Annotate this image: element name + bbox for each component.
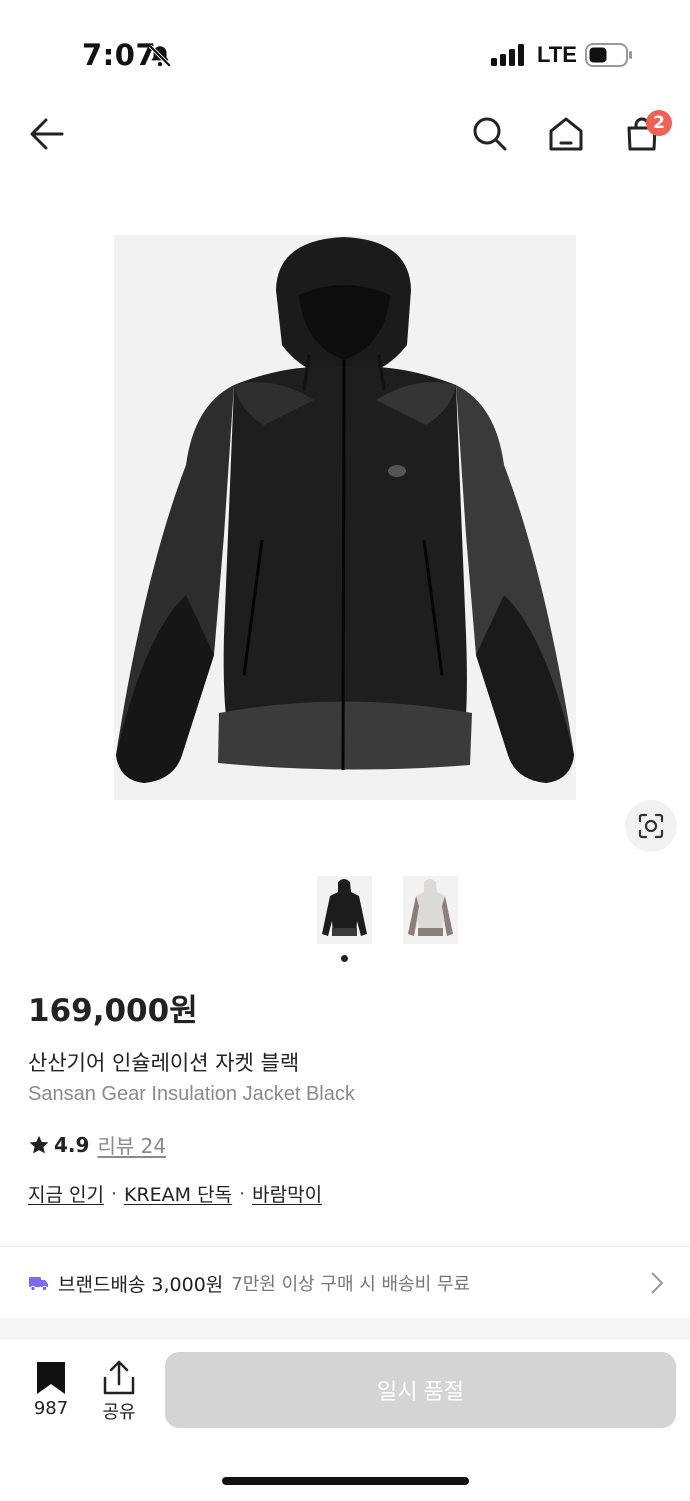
network-type: LTE bbox=[537, 42, 577, 67]
tags-row: 지금 인기 · KREAM 단독 · 바람막이 bbox=[28, 1180, 322, 1207]
cart-count-badge: 2 bbox=[646, 110, 672, 136]
share-label: 공유 bbox=[102, 1402, 136, 1423]
back-arrow-icon bbox=[30, 118, 64, 150]
signal-icon bbox=[491, 44, 525, 70]
shipping-info-row[interactable]: 브랜드배송 3,000원 7만원 이상 구매 시 배송비 무료 bbox=[0, 1250, 690, 1316]
product-price: 169,000원 bbox=[28, 993, 198, 1029]
thumbnail-black[interactable] bbox=[317, 876, 372, 944]
tag-separator: · bbox=[110, 1182, 118, 1205]
tag-popular[interactable]: 지금 인기 bbox=[28, 1180, 104, 1207]
jacket-illustration bbox=[116, 237, 574, 783]
sold-out-button[interactable]: 일시 품절 bbox=[165, 1352, 676, 1428]
search-icon bbox=[473, 117, 507, 151]
shipping-label: 브랜드배송 bbox=[58, 1273, 146, 1296]
tag-separator: · bbox=[239, 1182, 246, 1205]
home-indicator bbox=[222, 1477, 469, 1485]
product-main-image[interactable] bbox=[114, 235, 576, 800]
rating-row: 4.9 리뷰 24 bbox=[28, 1130, 166, 1159]
battery-icon bbox=[585, 43, 633, 71]
visual-search-button[interactable] bbox=[625, 800, 677, 852]
section-spacer bbox=[0, 1318, 690, 1338]
star-icon bbox=[29, 1135, 49, 1153]
bookmark-icon bbox=[37, 1362, 65, 1394]
divider bbox=[0, 1246, 690, 1247]
share-button[interactable]: 공유 bbox=[89, 1360, 149, 1424]
review-link[interactable]: 리뷰 24 bbox=[97, 1130, 166, 1159]
thumbnail-ivory[interactable] bbox=[403, 876, 458, 944]
gallery-indicator-dot bbox=[341, 955, 348, 962]
tag-windbreaker[interactable]: 바람막이 bbox=[252, 1180, 322, 1207]
shipping-price: 3,000원 bbox=[151, 1273, 224, 1296]
product-name-english: Sansan Gear Insulation Jacket Black bbox=[28, 1083, 355, 1105]
share-icon bbox=[103, 1360, 135, 1395]
status-time: 7:07 bbox=[82, 38, 157, 72]
bookmark-button[interactable]: 987 bbox=[21, 1360, 81, 1419]
home-icon bbox=[549, 117, 583, 151]
shipping-note: 7만원 이상 구매 시 배송비 무료 bbox=[231, 1274, 471, 1295]
search-button[interactable] bbox=[462, 106, 518, 162]
product-name-korean: 산산기어 인슐레이션 자켓 블랙 bbox=[28, 1051, 300, 1075]
home-button[interactable] bbox=[538, 106, 594, 162]
back-button[interactable] bbox=[19, 106, 75, 162]
rating-value: 4.9 bbox=[54, 1132, 90, 1157]
tag-kream-exclusive[interactable]: KREAM 단독 bbox=[124, 1180, 232, 1207]
chevron-right-icon bbox=[651, 1272, 664, 1294]
visual-search-icon bbox=[638, 813, 664, 839]
bell-slash-icon bbox=[147, 43, 173, 73]
truck-icon bbox=[29, 1277, 48, 1292]
bookmark-count: 987 bbox=[33, 1398, 69, 1419]
